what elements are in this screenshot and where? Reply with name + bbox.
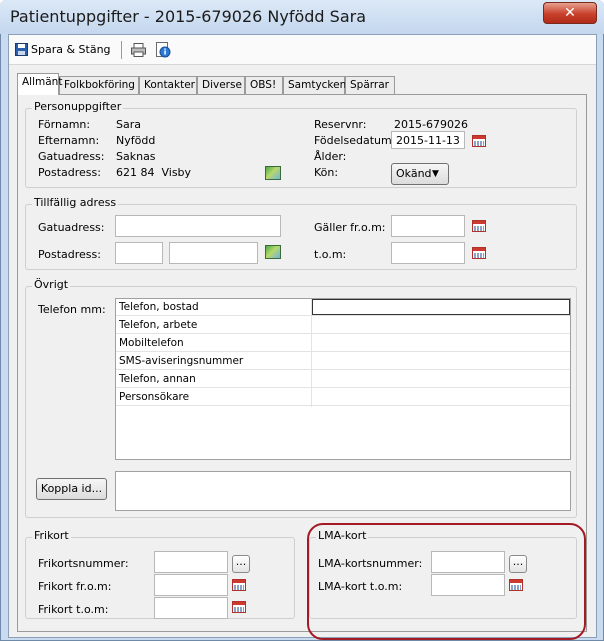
toolbar-separator (121, 41, 122, 59)
tab-sparrar[interactable]: Spärrar (345, 76, 395, 94)
frikort-ellipsis-button[interactable]: ... (232, 555, 250, 573)
reservnr-value: 2015-679026 (394, 118, 468, 131)
tillfallig-adress-legend: Tillfällig adress (32, 196, 119, 209)
tab-label: OBS! (250, 79, 277, 91)
tab-folkbokforing[interactable]: Folkbokföring (59, 76, 139, 94)
calendar-icon[interactable] (472, 220, 486, 232)
calendar-icon[interactable] (232, 579, 246, 591)
phone-list: Telefon, bostad Telefon, arbete Mobiltel… (115, 298, 571, 460)
tab-label: Allmänt (22, 76, 63, 88)
galler-from-field[interactable] (391, 215, 465, 237)
calendar-icon[interactable] (472, 247, 486, 259)
phone-type-label: Telefon, arbete (119, 319, 198, 331)
tom-label: t.o.m: (314, 248, 347, 261)
personuppgifter-legend: Personuppgifter (32, 100, 124, 113)
phone-type-label: Telefon, bostad (119, 301, 199, 313)
calendar-icon[interactable] (472, 135, 486, 147)
phone-row[interactable]: Telefon, bostad (116, 299, 570, 316)
postadress-label: Postadress: (38, 166, 101, 179)
tillfallig-adress-group (25, 204, 577, 270)
fodelsedatum-value: 2015-11-13 (396, 134, 460, 147)
phone-row[interactable]: Telefon, arbete (116, 317, 570, 334)
calendar-icon[interactable] (232, 601, 246, 613)
tillf-postadress-label: Postadress: (38, 248, 101, 261)
tillf-postnummer-field[interactable] (115, 242, 163, 264)
frikort-legend: Frikort (32, 529, 71, 542)
phone-type-label: Personsökare (119, 391, 190, 403)
postadress-value: 621 84 Visby (116, 166, 192, 179)
tab-diverse[interactable]: Diverse (197, 76, 245, 94)
info-button[interactable] (153, 40, 173, 60)
tab-label: Kontakter (144, 79, 195, 91)
tab-label: Samtycken (288, 79, 347, 91)
efternamn-label: Efternamn: (38, 134, 100, 147)
phone-type-label: Telefon, annan (119, 373, 196, 385)
tab-label: Spärrar (350, 79, 389, 91)
fornamn-label: Förnamn: (38, 118, 91, 131)
floppy-disk-icon (15, 43, 28, 56)
print-button[interactable] (129, 40, 149, 60)
personuppgifter-group (25, 108, 577, 188)
galler-from-label: Gäller fr.o.m: (314, 221, 386, 234)
tom-field[interactable] (391, 242, 465, 264)
phone-type-label: Mobiltelefon (119, 337, 184, 349)
tab-allmant[interactable]: Allmänt (17, 73, 63, 95)
frikort-tom-label: Frikort t.o.m: (38, 603, 109, 616)
gatuadress-value: Saknas (116, 150, 156, 163)
efternamn-value: Nyfödd (116, 134, 156, 147)
gatuadress-label: Gatuadress: (38, 150, 105, 163)
frikortsnummer-label: Frikortsnummer: (38, 557, 129, 570)
fodelsedatum-field[interactable]: 2015-11-13 (391, 131, 465, 149)
kon-dropdown[interactable]: Okänd ▼ (391, 163, 449, 185)
save-close-button[interactable]: Spara & Stäng (13, 40, 123, 60)
tab-label: Folkbokföring (64, 79, 135, 91)
frikortsnummer-field[interactable] (154, 551, 228, 573)
kon-label: Kön: (314, 166, 339, 179)
alder-label: Ålder: (314, 150, 347, 163)
map-icon[interactable] (265, 166, 281, 180)
frikort-tom-field[interactable] (154, 597, 228, 619)
chevron-down-icon: ▼ (432, 169, 439, 179)
info-icon (156, 42, 171, 58)
tab-kontakter[interactable]: Kontakter (139, 76, 197, 94)
fornamn-value: Sara (116, 118, 141, 131)
tab-obs[interactable]: OBS! (245, 76, 283, 94)
map-icon[interactable] (265, 245, 281, 259)
tillf-postort-field[interactable] (169, 242, 258, 264)
phone-row[interactable]: Mobiltelefon (116, 335, 570, 352)
printer-icon (131, 43, 146, 57)
title-bar[interactable]: Patientuppgifter - 2015-679026 Nyfödd Sa… (0, 0, 604, 34)
ovrigt-legend: Övrigt (32, 278, 71, 291)
phone-type-label: SMS-aviseringsnummer (119, 355, 244, 367)
reservnr-label: Reservnr: (314, 118, 367, 131)
save-close-label: Spara & Stäng (31, 43, 111, 56)
kon-value: Okänd (396, 167, 432, 180)
close-button[interactable]: ✕ (543, 2, 597, 24)
tab-label: Diverse (202, 79, 242, 91)
koppla-id-field[interactable] (115, 471, 571, 511)
phone-row[interactable]: Telefon, annan (116, 371, 570, 388)
frikort-from-label: Frikort fr.o.m: (38, 580, 112, 593)
tillf-gatuadress-label: Gatuadress: (38, 221, 105, 234)
frikort-from-field[interactable] (154, 574, 228, 596)
phone-row[interactable]: Personsökare (116, 389, 570, 406)
tillf-gatuadress-field[interactable] (115, 215, 281, 237)
koppla-id-button[interactable]: Koppla id... (36, 478, 107, 500)
tab-samtycken[interactable]: Samtycken (283, 76, 347, 94)
lma-highlight-annotation (307, 523, 586, 640)
phone-value-input[interactable] (312, 299, 570, 315)
phone-row[interactable]: SMS-aviseringsnummer (116, 353, 570, 370)
fodelsedatum-label: Födelsedatum: (314, 134, 396, 147)
toolbar: Spara & Stäng (9, 35, 596, 65)
window-title: Patientuppgifter - 2015-679026 Nyfödd Sa… (10, 7, 367, 26)
telefon-label: Telefon mm: (38, 303, 106, 316)
